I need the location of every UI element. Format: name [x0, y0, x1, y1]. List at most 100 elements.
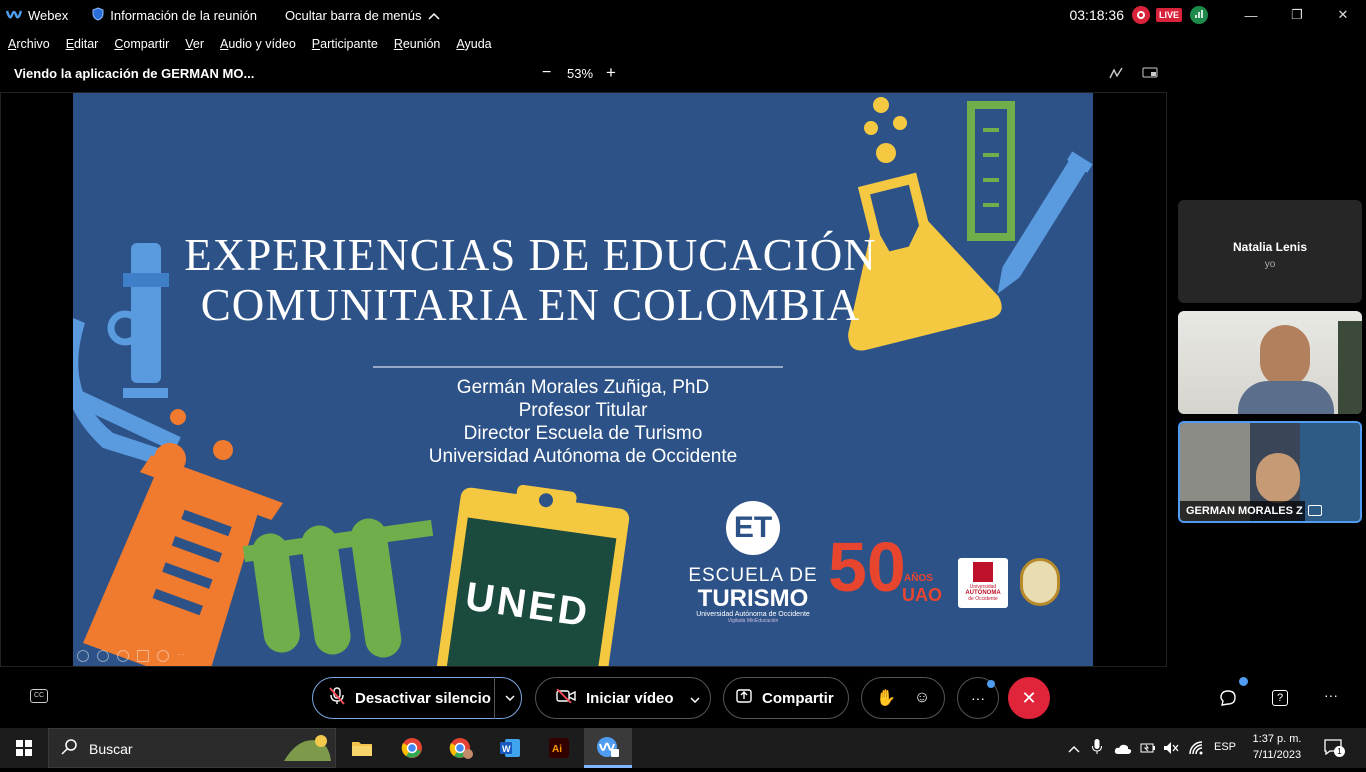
title-bar: Webex Información de la reunión Ocultar … [0, 0, 1366, 30]
svg-text:Ai: Ai [552, 744, 562, 755]
menu-bar: Archivo Editar Compartir Ver Audio y víd… [0, 30, 1366, 58]
speaker-name-label: GERMAN MORALES Z [1180, 501, 1305, 521]
video-button-group: Iniciar vídeo [535, 677, 711, 719]
uao-shield-icon [973, 562, 993, 582]
slide-author: Germán Morales Zuñiga, PhD [456, 377, 710, 398]
captions-icon[interactable]: CC [30, 689, 48, 703]
close-icon: ✕ [1337, 7, 1349, 22]
webex-logo-icon [5, 9, 23, 21]
start-video-button[interactable]: Iniciar vídeo [586, 690, 674, 707]
menu-archivo[interactable]: Archivo [8, 37, 50, 51]
restore-button[interactable]: ❐ [1274, 0, 1320, 30]
microphone-tray-icon[interactable] [1092, 739, 1102, 760]
live-badge: LIVE [1155, 8, 1182, 22]
audio-options-chevron-icon[interactable] [494, 677, 515, 719]
zoom-in-button[interactable]: + [606, 63, 616, 83]
zoom-out-button[interactable]: − [542, 64, 551, 82]
windows-start-icon[interactable] [8, 732, 40, 764]
self-video-tile[interactable]: Natalia Lenis yo [1178, 200, 1362, 303]
emoji-reaction-icon[interactable]: ☺ [914, 689, 930, 707]
notifications-icon[interactable]: 1 [1324, 739, 1345, 760]
file-explorer-icon[interactable] [346, 732, 378, 764]
annotate-icon[interactable] [1108, 66, 1124, 83]
slide-role1: Profesor Titular [518, 400, 648, 421]
uao-50-anos-logo: 50 AÑOS UAO [828, 528, 943, 613]
meeting-clock: 03:18:36 [1069, 7, 1124, 23]
pen-icon[interactable] [117, 650, 129, 662]
share-label: Compartir [762, 689, 834, 707]
chat-icon[interactable] [1219, 677, 1248, 712]
taskbar-clock[interactable]: 1:37 p. m. 7/11/2023 [1246, 731, 1308, 763]
slides-icon[interactable] [137, 650, 149, 662]
language-indicator[interactable]: ESP [1214, 741, 1236, 753]
prev-slide-icon[interactable] [77, 650, 89, 662]
notification-count: 1 [1334, 746, 1345, 757]
reactions-group: ✋ ☺ [861, 677, 945, 719]
chrome-icon[interactable] [396, 732, 428, 764]
app-title: Webex [28, 7, 69, 23]
onedrive-cloud-icon[interactable] [1114, 742, 1132, 760]
more-options-icon[interactable]: ··· [177, 650, 189, 662]
video-off-icon[interactable] [556, 688, 578, 707]
webex-taskbar-button[interactable] [584, 728, 632, 768]
chevron-up-icon [427, 8, 440, 23]
illustrator-icon[interactable]: Ai [543, 732, 575, 764]
uao-badge: Universidad AUTÓNOMA de Occidente [958, 558, 1008, 608]
record-icon [1131, 6, 1150, 24]
speaker-muted-icon[interactable] [1163, 741, 1179, 760]
menu-compartir[interactable]: Compartir [114, 37, 169, 51]
signal-stats-icon[interactable] [1190, 6, 1208, 24]
slide-role2: Director Escuela de Turismo [463, 423, 703, 444]
menu-ver[interactable]: Ver [185, 37, 204, 51]
panel-more-icon[interactable]: ··· [1324, 687, 1338, 703]
speaker-video-tile[interactable]: GERMAN MORALES Z [1178, 421, 1362, 523]
slide-author-block: Germán Morales Zuñiga, PhD Profesor Titu… [373, 376, 793, 468]
mic-off-icon[interactable] [329, 687, 349, 709]
close-window-button[interactable]: ✕ [1320, 0, 1366, 30]
taskbar-time: 1:37 p. m. [1252, 733, 1302, 745]
search-placeholder: Buscar [89, 741, 133, 757]
escuela-turismo-logo: ET ESCUELA DE TURISMO Universidad Autóno… [688, 501, 818, 624]
power-plug-icon[interactable] [1140, 741, 1156, 760]
logo-anos: AÑOS [904, 573, 933, 584]
menu-reunion[interactable]: Reunión [394, 37, 441, 51]
pencil-illustration [997, 151, 1093, 294]
next-slide-icon[interactable] [97, 650, 109, 662]
shield-icon [92, 6, 104, 24]
menu-editar[interactable]: Editar [66, 37, 99, 51]
slide-title-line2: COMUNITARIA EN COLOMBIA [200, 280, 861, 330]
display-icon[interactable] [1142, 66, 1158, 83]
word-icon[interactable]: W [494, 732, 526, 764]
meeting-info-button[interactable]: Información de la reunión [92, 6, 257, 24]
zoom-level: 53% [567, 66, 594, 81]
taskbar-search-box[interactable]: Buscar [48, 728, 336, 768]
sharing-icon [1308, 505, 1322, 516]
video-options-chevron-icon[interactable] [690, 690, 700, 707]
zoom-icon[interactable] [157, 650, 169, 662]
et-escuela: ESCUELA DE [688, 565, 818, 586]
meeting-info-label: Información de la reunión [110, 7, 257, 23]
hide-menu-button[interactable]: Ocultar barra de menús [285, 8, 440, 23]
participant-video-tile[interactable] [1178, 311, 1362, 414]
menu-audio-video[interactable]: Audio y vídeo [220, 37, 296, 51]
unmute-button[interactable]: Desactivar silencio [355, 690, 491, 707]
test-tubes-illustration [242, 518, 434, 658]
menu-participante[interactable]: Participante [312, 37, 378, 51]
chrome-profile-icon[interactable] [445, 732, 477, 764]
restore-icon: ❐ [1291, 7, 1303, 22]
help-icon[interactable]: ? [1272, 690, 1288, 706]
share-button[interactable]: Compartir [723, 677, 849, 719]
participant-bg-plant [1338, 321, 1362, 414]
minimize-button[interactable]: — [1228, 0, 1274, 30]
wifi-icon[interactable] [1188, 740, 1204, 761]
clipboard-illustration [435, 484, 630, 666]
participant-shirt [1238, 381, 1334, 414]
raise-hand-icon[interactable]: ✋ [876, 688, 896, 708]
et-university: Universidad Autónoma de Occidente [696, 611, 810, 618]
logo-uao: UAO [902, 585, 942, 605]
more-options-button[interactable]: ··· [957, 677, 999, 719]
leave-meeting-button[interactable]: ✕ [1008, 677, 1050, 719]
tray-expand-chevron-icon[interactable] [1068, 740, 1080, 758]
accreditation-seal-icon [1020, 558, 1060, 606]
menu-ayuda[interactable]: Ayuda [456, 37, 491, 51]
